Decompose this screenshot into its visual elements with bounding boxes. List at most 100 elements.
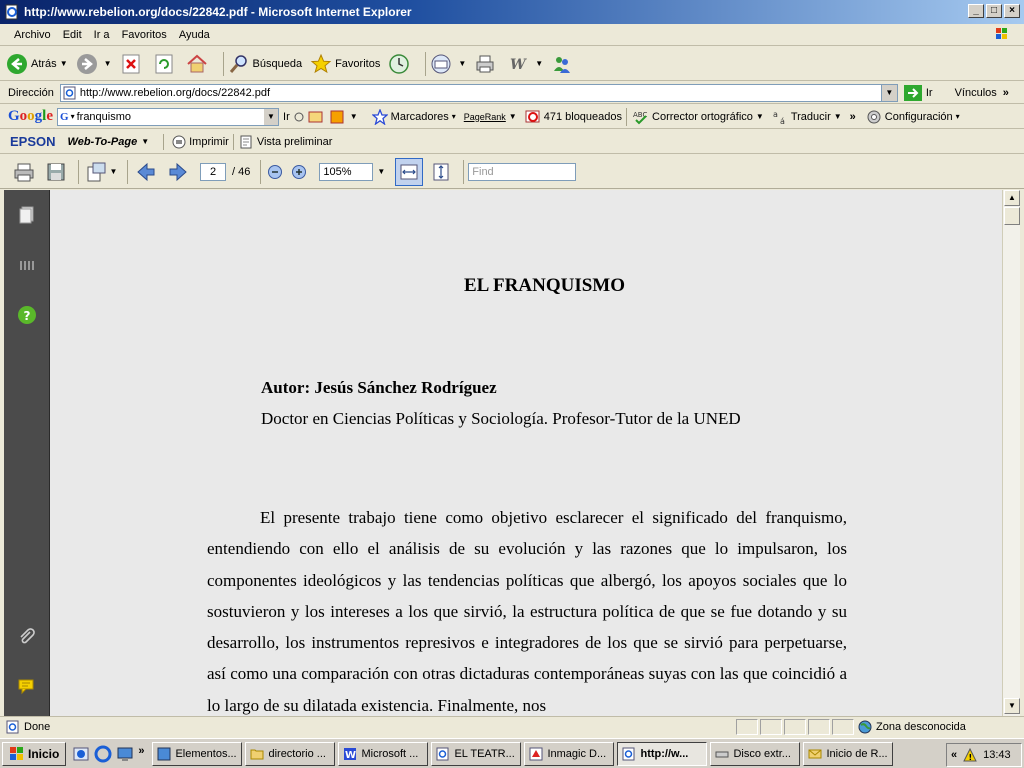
status-cell: [760, 719, 782, 735]
help-panel-button[interactable]: ?: [16, 304, 38, 326]
maximize-button[interactable]: □: [986, 4, 1002, 18]
go-button[interactable]: Ir: [903, 84, 933, 101]
fit-page-button[interactable]: [427, 158, 455, 186]
folder-icon: [250, 749, 264, 759]
pdf-email-button[interactable]: ▼: [83, 158, 119, 186]
warning-icon[interactable]: !: [963, 748, 977, 762]
mail-dropdown-icon[interactable]: ▼: [458, 59, 466, 68]
pdf-email-dropdown-icon[interactable]: ▼: [110, 167, 118, 176]
messenger-button[interactable]: [551, 53, 576, 75]
bookmarks-button[interactable]: Marcadores ▾: [371, 108, 456, 125]
address-input[interactable]: http://www.rebelion.org/docs/22842.pdf ▼: [59, 83, 898, 102]
scroll-up-icon[interactable]: ▲: [1004, 190, 1020, 206]
google-more-chevron-icon[interactable]: »: [850, 111, 856, 123]
task-disco-extraible[interactable]: Disco extr...: [710, 741, 801, 766]
favorites-button[interactable]: Favoritos: [310, 53, 380, 75]
find-input[interactable]: Find: [468, 162, 577, 181]
menu-archivo[interactable]: Archivo: [8, 29, 57, 41]
popup-blocker-button[interactable]: 471 bloqueados: [525, 109, 622, 125]
task-elementos[interactable]: Elementos...: [152, 741, 243, 766]
mail-button[interactable]: ▼: [430, 53, 466, 75]
highlight-dropdown-icon[interactable]: ▼: [350, 112, 358, 121]
links-chevron-icon[interactable]: »: [1003, 87, 1009, 99]
forward-button[interactable]: ▼: [76, 53, 112, 75]
zoom-in-button[interactable]: [289, 158, 309, 186]
stop-button[interactable]: [120, 53, 145, 75]
task-microsoft-word[interactable]: W Microsoft ...: [338, 741, 429, 766]
history-button[interactable]: [388, 53, 413, 75]
print-preview-button[interactable]: Vista preliminar: [240, 135, 333, 149]
task-inicio-de-r[interactable]: Inicio de R...: [803, 741, 894, 766]
epson-print-label: Imprimir: [189, 135, 229, 148]
google-go-button[interactable]: Ir: [283, 111, 290, 123]
previous-page-button[interactable]: [132, 158, 160, 186]
pagerank-indicator[interactable]: PageRank ▼: [464, 112, 517, 122]
next-page-arrow-icon: [169, 162, 187, 181]
toolbar-separator: [78, 159, 79, 184]
pdf-document-view[interactable]: EL FRANQUISMO Autor: Jesús Sánchez Rodrí…: [50, 190, 1002, 716]
menu-edit[interactable]: Edit: [57, 29, 88, 41]
zoom-out-icon: [268, 164, 283, 179]
task-el-teatro[interactable]: EL TEATR...: [431, 741, 522, 766]
edit-dropdown-icon[interactable]: ▼: [535, 59, 543, 68]
task-directorio[interactable]: directorio ...: [245, 741, 336, 766]
scroll-down-icon[interactable]: ▼: [1004, 698, 1020, 714]
signatures-panel-button[interactable]: [16, 254, 38, 276]
search-button[interactable]: Búsqueda: [228, 53, 302, 75]
edit-word-button[interactable]: W ▼: [507, 53, 543, 75]
zoom-dropdown-icon[interactable]: ▼: [377, 167, 385, 176]
close-button[interactable]: ×: [1004, 4, 1020, 18]
page-number-input[interactable]: 2: [200, 162, 226, 181]
tray-expand-icon[interactable]: «: [951, 749, 957, 761]
menu-ayuda[interactable]: Ayuda: [173, 29, 216, 41]
next-page-button[interactable]: [164, 158, 192, 186]
settings-button[interactable]: Configuración ▾: [866, 109, 960, 125]
task-label: Inmagic D...: [547, 747, 607, 760]
email-document-icon: [87, 162, 106, 181]
google-logo[interactable]: Google: [8, 108, 53, 125]
pdf-save-button[interactable]: [42, 158, 70, 186]
translate-button[interactable]: aá Traducir ▼: [772, 109, 842, 125]
status-text: Done: [24, 720, 51, 733]
print-preview-label: Vista preliminar: [256, 135, 333, 148]
desktop-quick-icon[interactable]: [116, 745, 134, 763]
home-button[interactable]: [186, 53, 211, 75]
pdf-print-button[interactable]: [10, 158, 38, 186]
back-button[interactable]: Atrás ▼: [6, 53, 68, 75]
forward-dropdown-icon[interactable]: ▼: [104, 59, 112, 68]
epson-print-button[interactable]: Imprimir: [172, 135, 229, 149]
security-zone[interactable]: Zona desconocida: [858, 720, 966, 734]
minimize-button[interactable]: _: [968, 4, 984, 18]
back-dropdown-icon[interactable]: ▼: [60, 59, 68, 68]
zoom-level-input[interactable]: 105%: [319, 162, 374, 181]
menu-favoritos[interactable]: Favoritos: [116, 29, 173, 41]
menu-ir-a[interactable]: Ir a: [88, 29, 116, 41]
title-bar[interactable]: http://www.rebelion.org/docs/22842.pdf -…: [0, 0, 1024, 24]
google-search-input[interactable]: G ▾ franquismo ▼: [57, 107, 280, 126]
attachments-panel-button[interactable]: [16, 626, 38, 648]
web-to-page-menu[interactable]: Web-To-Page: [68, 136, 138, 148]
outlook-quick-icon[interactable]: [72, 745, 90, 763]
task-ie-active[interactable]: http://w...: [617, 741, 708, 766]
fit-width-button[interactable]: [395, 157, 424, 186]
print-button[interactable]: [474, 53, 499, 75]
refresh-button[interactable]: [153, 53, 178, 75]
ie-quick-icon[interactable]: [94, 745, 112, 763]
google-info-icon[interactable]: [307, 109, 325, 125]
quick-launch-chevron-icon[interactable]: »: [138, 745, 144, 763]
task-inmagic[interactable]: Inmagic D...: [524, 741, 615, 766]
spellcheck-button[interactable]: ABC Corrector ortográfico ▼: [633, 109, 764, 125]
google-search-dropdown-icon[interactable]: ▼: [264, 108, 279, 125]
links-button[interactable]: Vínculos: [955, 87, 997, 99]
vertical-scrollbar[interactable]: ▲ ▼: [1002, 190, 1020, 716]
address-dropdown-icon[interactable]: ▼: [880, 84, 897, 101]
pages-panel-button[interactable]: [16, 204, 38, 226]
go-label: Ir: [925, 86, 933, 99]
zoom-out-button[interactable]: [265, 158, 285, 186]
web-to-page-dropdown-icon[interactable]: ▼: [141, 137, 149, 146]
start-button[interactable]: Inicio: [2, 741, 67, 766]
google-highlight-icon[interactable]: [329, 109, 347, 125]
news-icon[interactable]: [293, 109, 305, 125]
comments-panel-button[interactable]: [16, 676, 38, 698]
scroll-thumb[interactable]: [1004, 207, 1020, 225]
